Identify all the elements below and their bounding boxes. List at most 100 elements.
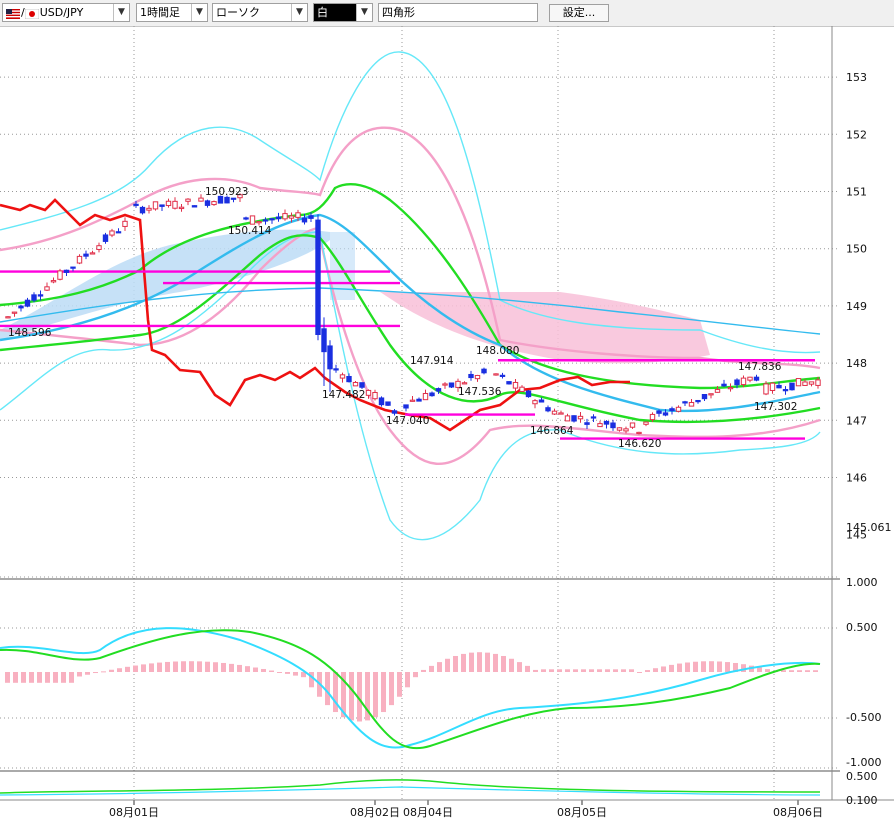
symbol-select[interactable]: / USD/JPY ▼: [2, 3, 130, 22]
candle: [789, 382, 795, 391]
candle: [315, 214, 321, 341]
candle: [76, 254, 83, 265]
candle: [44, 282, 50, 292]
macd-histogram-bar: [197, 661, 202, 672]
candle: [721, 379, 727, 387]
candle-body: [564, 415, 571, 422]
macd-histogram-bar: [221, 662, 226, 672]
candle-body: [269, 218, 275, 221]
candle-body: [571, 415, 577, 422]
symbol-value: USD/JPY: [39, 6, 84, 19]
y-tick-label: 153: [846, 71, 867, 84]
y-tick-label: 147: [846, 414, 867, 427]
candle: [623, 426, 629, 434]
candle-body: [512, 381, 519, 389]
candle: [610, 419, 616, 431]
candle-body: [185, 198, 191, 202]
color-mode-select[interactable]: 白 ▼: [313, 3, 373, 22]
candle: [159, 204, 165, 211]
macd-histogram-bar: [533, 669, 538, 672]
chart-style-select[interactable]: ローソク ▼: [212, 3, 308, 22]
macd-histogram-bar: [621, 669, 626, 672]
candle-body: [165, 200, 172, 207]
macd-histogram-bar: [181, 661, 186, 672]
macd-histogram-bar: [189, 661, 194, 672]
macd-y-tick-label: -1.000: [846, 756, 881, 769]
candle: [63, 269, 70, 276]
candle-body: [152, 201, 159, 210]
macd-histogram-bar: [133, 665, 138, 672]
us-flag-icon: [6, 7, 20, 19]
candle-body: [763, 383, 769, 395]
candle-body: [629, 422, 636, 428]
candle-body: [391, 410, 398, 414]
candle: [57, 268, 63, 281]
candle: [506, 381, 512, 385]
shape-field[interactable]: 四角形: [378, 3, 538, 22]
macd-histogram-bar: [405, 672, 410, 688]
macd-histogram-bar: [725, 662, 730, 672]
macd-histogram-bar: [245, 666, 250, 672]
macd-histogram-bar: [117, 668, 122, 672]
macd-histogram-bar: [581, 669, 586, 672]
macd-histogram-bar: [37, 672, 42, 683]
candle: [481, 367, 487, 375]
candle-body: [18, 305, 24, 309]
macd-histogram-bar: [29, 672, 34, 683]
macd-histogram-bar: [213, 662, 218, 672]
candle-body: [519, 386, 525, 392]
macd-histogram-bar: [557, 669, 562, 672]
candle: [545, 405, 551, 413]
candle-body: [474, 374, 481, 380]
candle: [178, 203, 185, 212]
candle-body: [649, 413, 656, 421]
macd-histogram-bar: [13, 672, 18, 683]
chevron-down-icon[interactable]: ▼: [113, 4, 129, 21]
macd-histogram-bar: [493, 653, 498, 672]
candle: [339, 372, 346, 383]
price-annotation: 150.414: [228, 225, 272, 237]
candle: [5, 316, 11, 319]
candle: [122, 217, 128, 231]
candle: [753, 374, 760, 382]
macd-histogram-bar: [437, 662, 442, 672]
candle-body: [385, 401, 391, 406]
candle-body: [333, 368, 339, 371]
price-annotation: 150.923: [205, 186, 248, 198]
price-annotation: 147.836: [738, 361, 782, 373]
y-tick-label: 146: [846, 472, 867, 485]
cloud-down: [380, 292, 710, 364]
timeframe-select[interactable]: 1時間足 ▼: [136, 3, 208, 22]
chevron-down-icon[interactable]: ▼: [291, 4, 307, 21]
macd-histogram-bar: [269, 670, 274, 672]
candle-body: [57, 270, 63, 280]
candle: [564, 413, 571, 422]
candle: [468, 370, 474, 381]
timeframe-value: 1時間足: [140, 6, 180, 19]
candle-body: [597, 423, 603, 428]
macd-histogram-bar: [389, 672, 394, 706]
candle-body: [346, 375, 352, 383]
candle-body: [83, 253, 89, 257]
chevron-down-icon[interactable]: ▼: [356, 4, 372, 21]
candle: [695, 399, 701, 404]
candle: [18, 304, 24, 312]
candle-body: [422, 392, 429, 401]
candle-body: [701, 394, 708, 400]
candle-body: [178, 206, 185, 210]
candle: [403, 404, 409, 412]
macd-histogram-bar: [421, 669, 426, 672]
candle-body: [753, 376, 760, 381]
candle-body: [275, 216, 282, 220]
price-annotation: 147.040: [386, 415, 429, 427]
price-chart[interactable]: 150.923 150.414 148.596 147.482 147.914 148.0…: [0, 26, 894, 821]
x-tick-label: 08月05日: [557, 806, 607, 819]
macd-panel: [0, 627, 821, 750]
macd-histogram-bar: [173, 661, 178, 672]
candle-body: [133, 203, 139, 206]
chevron-down-icon[interactable]: ▼: [191, 4, 207, 21]
candle: [551, 408, 558, 416]
settings-button[interactable]: 設定...: [549, 4, 609, 22]
candle: [50, 277, 57, 284]
macd-histogram-bar: [813, 670, 818, 672]
